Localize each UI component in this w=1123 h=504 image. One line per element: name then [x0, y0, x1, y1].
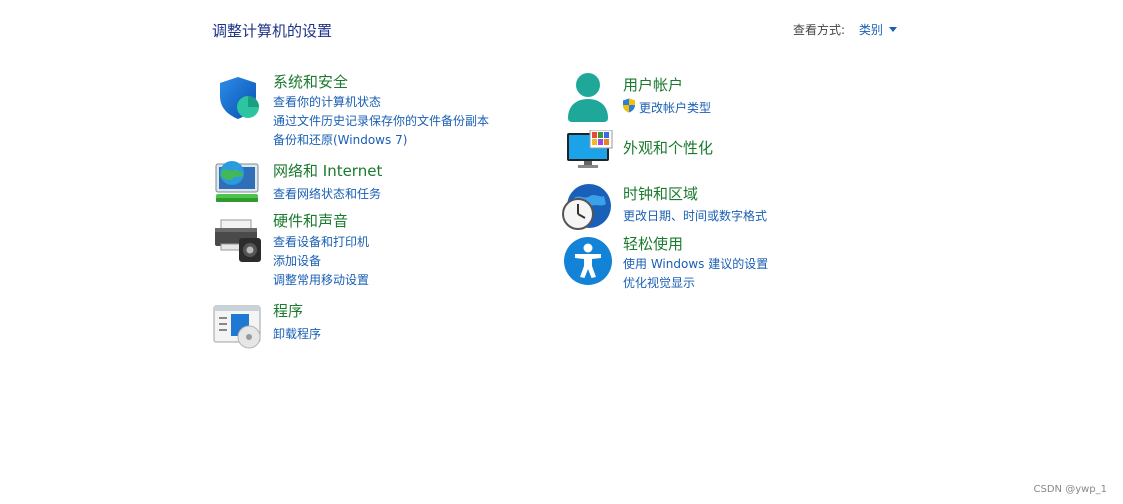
user-accounts-title[interactable]: 用户帐户 [623, 74, 683, 95]
change-date-time-link[interactable]: 更改日期、时间或数字格式 [623, 207, 767, 224]
uninstall-program-link[interactable]: 卸载程序 [273, 325, 321, 342]
chevron-down-icon[interactable] [888, 27, 897, 32]
watermark: CSDN @ywp_1 [1033, 484, 1108, 495]
view-by-label: 查看方式: [793, 23, 846, 37]
backup-restore-link[interactable]: 备份和还原(Windows 7) [273, 131, 407, 148]
view-by-dropdown[interactable]: 类别 [859, 23, 897, 37]
system-security-title[interactable]: 系统和安全 [273, 71, 348, 92]
network-status-link[interactable]: 查看网络状态和任务 [273, 185, 381, 202]
mobility-settings-link[interactable]: 调整常用移动设置 [273, 271, 369, 288]
programs-title[interactable]: 程序 [273, 300, 303, 321]
page-title: 调整计算机的设置 [212, 22, 333, 40]
windows-suggested-settings-link[interactable]: 使用 Windows 建议的设置 [623, 255, 768, 272]
uac-shield-icon [622, 98, 636, 116]
file-history-link[interactable]: 通过文件历史记录保存你的文件备份副本 [273, 112, 489, 129]
ease-of-access-title[interactable]: 轻松使用 [623, 233, 683, 254]
system-security-shield-icon[interactable] [214, 74, 262, 126]
change-account-type-label[interactable]: 更改帐户类型 [639, 99, 711, 116]
clock-region-icon[interactable] [562, 182, 614, 236]
hardware-printer-icon[interactable] [213, 218, 263, 268]
clock-region-title[interactable]: 时钟和区域 [623, 183, 698, 204]
check-computer-status-link[interactable]: 查看你的计算机状态 [273, 93, 381, 110]
network-globe-icon[interactable] [212, 158, 262, 210]
programs-icon[interactable] [213, 304, 263, 354]
user-accounts-icon[interactable] [566, 72, 610, 126]
add-device-link[interactable]: 添加设备 [273, 252, 321, 269]
change-account-type-link[interactable]: 更改帐户类型 [622, 98, 711, 116]
optimize-visual-display-link[interactable]: 优化视觉显示 [623, 274, 695, 291]
hardware-sound-title[interactable]: 硬件和声音 [273, 210, 348, 231]
devices-printers-link[interactable]: 查看设备和打印机 [273, 233, 369, 250]
ease-of-access-icon[interactable] [563, 236, 613, 290]
view-by-value[interactable]: 类别 [859, 23, 883, 37]
appearance-personalization-title[interactable]: 外观和个性化 [623, 137, 713, 158]
network-internet-title[interactable]: 网络和 Internet [273, 160, 382, 181]
view-by: 查看方式: 类别 [793, 21, 897, 38]
appearance-personalization-icon[interactable] [566, 129, 614, 174]
